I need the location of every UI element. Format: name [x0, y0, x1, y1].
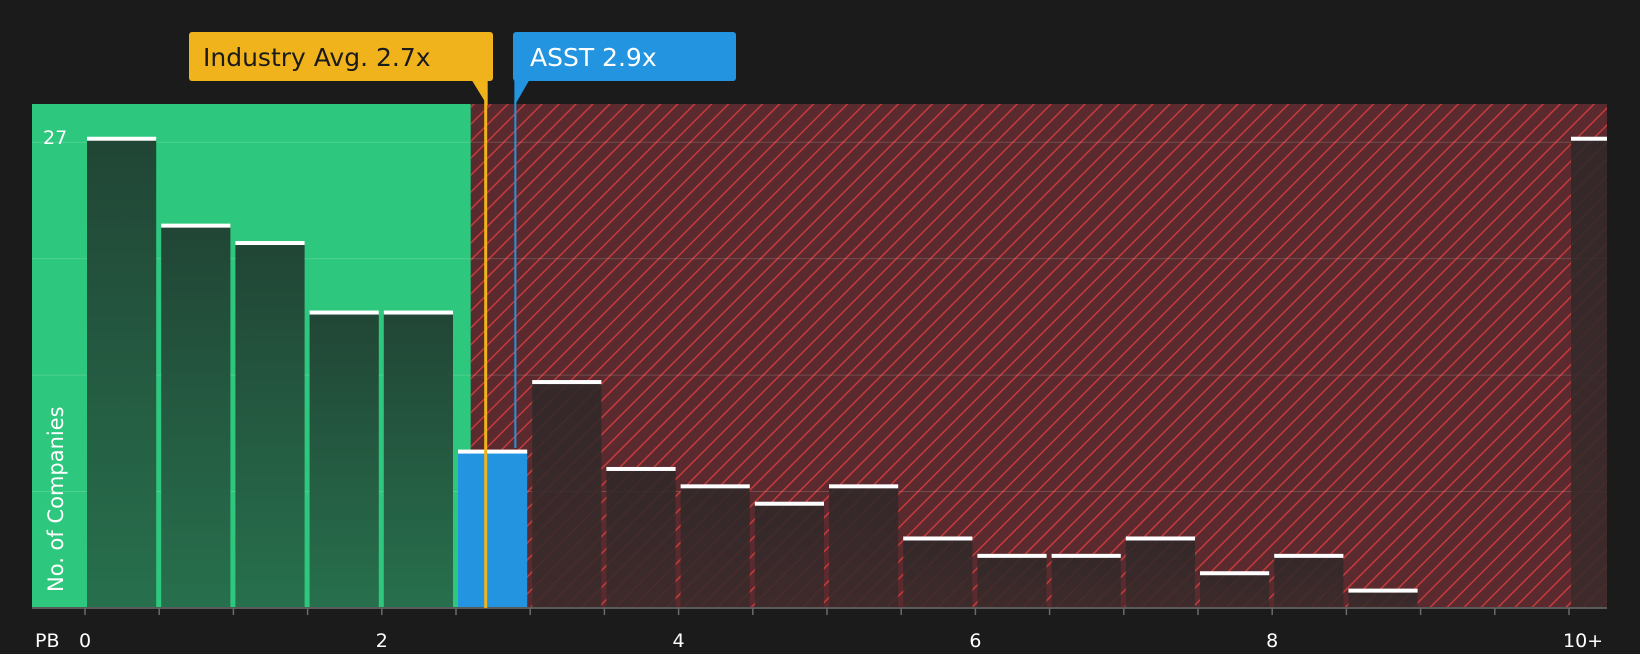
bar-cap	[754, 501, 824, 506]
histogram-bar	[1274, 555, 1344, 608]
company-label: ASST 2.9x	[530, 43, 657, 72]
x-tick-label: 0	[79, 630, 91, 650]
histogram-bar	[1051, 555, 1121, 608]
bar-cap	[680, 484, 750, 489]
histogram-bar	[235, 243, 305, 608]
bar-cap	[235, 241, 305, 246]
histogram-bar	[680, 486, 750, 608]
industry-average-label: Industry Avg. 2.7x	[203, 43, 431, 72]
histogram-bar	[829, 486, 899, 608]
bar-cap	[903, 536, 973, 541]
bar-cap	[829, 484, 899, 489]
bar-cap	[1274, 553, 1344, 558]
bar-cap	[458, 449, 528, 454]
histogram-bar	[606, 468, 676, 608]
bar-cap	[1571, 136, 1607, 141]
bar-cap	[606, 466, 676, 471]
x-axis-label: PB	[35, 630, 60, 650]
histogram-bar	[383, 312, 453, 608]
pb-ratio-chart: 0 2 4 6 8 10+ Industry Avg. 2.7x ASST 2.9x 27…	[32, 32, 1608, 652]
bar-cap	[383, 310, 453, 315]
x-tick-label: 6	[969, 630, 981, 650]
industry-average-pointer	[471, 80, 488, 106]
histogram-bar	[458, 451, 528, 608]
bar-cap	[1125, 536, 1195, 541]
company-value-pointer	[514, 80, 530, 106]
histogram-bar	[309, 312, 379, 608]
x-tick-label: 2	[376, 630, 388, 650]
x-axis: 0 2 4 6 8 10+	[32, 607, 1607, 652]
histogram-bar	[87, 138, 157, 609]
bar-cap	[1051, 553, 1121, 558]
bar-cap	[532, 380, 602, 385]
y-axis-label: No. of Companies	[44, 406, 68, 592]
x-tick-label: 10+	[1563, 630, 1603, 650]
bar-cap	[161, 223, 231, 228]
histogram-bar	[1348, 590, 1418, 608]
bar-cap	[87, 136, 157, 141]
x-tick-label: 8	[1266, 630, 1278, 650]
histogram-bar	[161, 225, 231, 608]
histogram-bar	[1125, 538, 1195, 608]
histogram-bar	[754, 503, 824, 608]
x-tick-label: 4	[673, 630, 685, 650]
histogram-bar	[1571, 138, 1607, 609]
bar-cap	[977, 553, 1047, 558]
histogram-bar	[903, 538, 973, 608]
histogram-bar	[977, 555, 1047, 608]
bar-cap	[1348, 588, 1418, 593]
bar-cap	[309, 310, 379, 315]
y-tick-label: 27	[43, 127, 67, 149]
histogram-bar	[1200, 573, 1270, 608]
bar-cap	[1200, 571, 1270, 576]
histogram-bar	[532, 382, 602, 608]
